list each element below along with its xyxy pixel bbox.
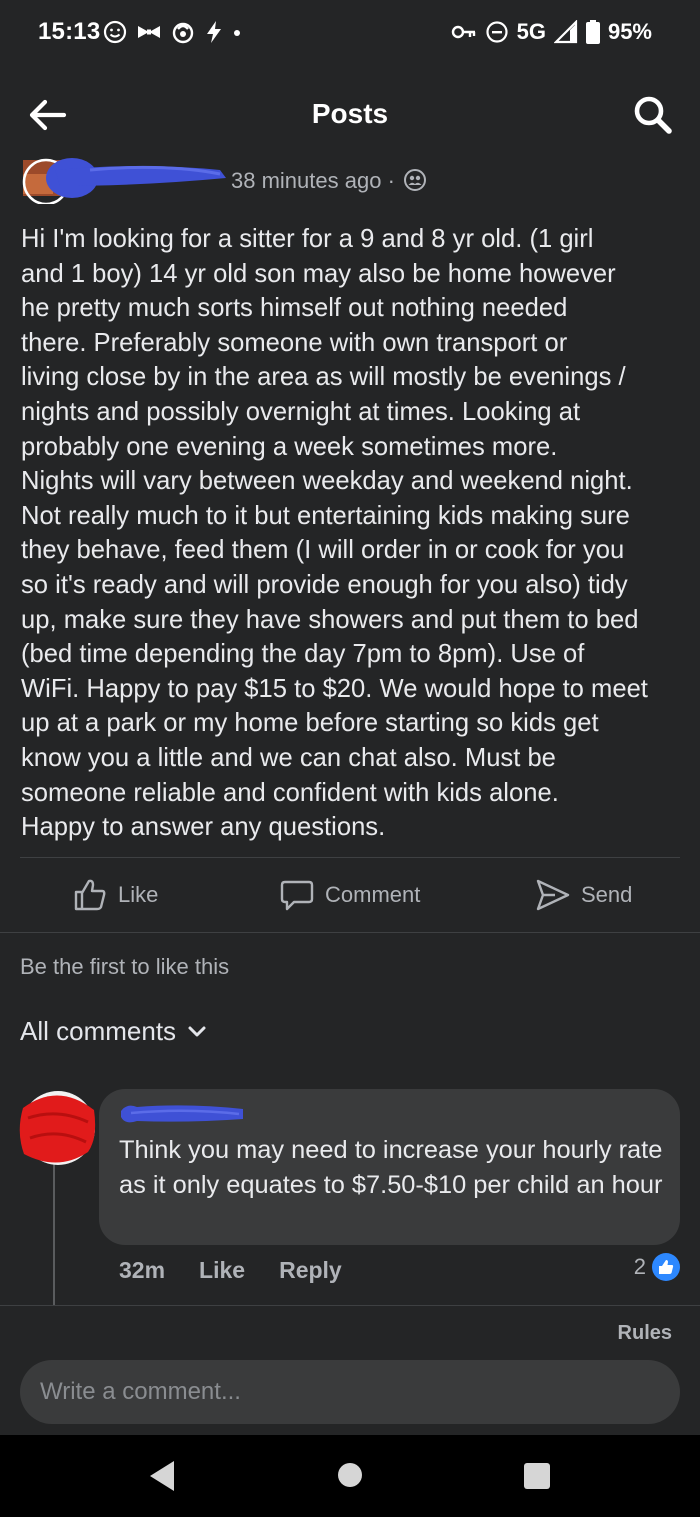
dot-icon <box>234 30 240 36</box>
nav-home-icon[interactable] <box>338 1463 362 1487</box>
chevron-down-icon <box>188 1026 206 1036</box>
post-timestamp: 38 minutes ago · <box>231 168 395 193</box>
reaction-count: 2 <box>633 1254 646 1279</box>
rules-link[interactable]: Rules <box>618 1322 672 1345</box>
comment-input[interactable]: Write a comment... <box>20 1360 680 1424</box>
divider <box>20 857 680 858</box>
comment-reply-button[interactable]: Reply <box>279 1257 342 1284</box>
smiley-icon <box>103 20 127 44</box>
nav-recents-icon[interactable] <box>524 1463 550 1489</box>
key-icon <box>451 25 475 39</box>
reactions-summary: Be the first to like this <box>20 954 230 979</box>
signal-icon <box>553 20 578 44</box>
divider <box>0 1305 700 1306</box>
post-text: Hi I'm looking for a sitter for a 9 and … <box>21 225 648 842</box>
post-actions: Like Comment Send <box>0 864 700 926</box>
comments-filter-label: All comments <box>20 1016 177 1046</box>
like-label: Like <box>118 882 159 907</box>
redacted-commenter-name[interactable] <box>117 1099 247 1129</box>
redacted-author[interactable] <box>20 156 240 204</box>
battery-icon <box>585 20 600 44</box>
thumbs-up-icon <box>74 879 106 911</box>
notification-icons <box>102 18 242 46</box>
comment-like-button[interactable]: Like <box>199 1257 245 1284</box>
system-nav-bar <box>0 1435 700 1517</box>
bolt-icon <box>207 21 221 43</box>
bowtie-icon <box>138 26 160 38</box>
network-type: 5G <box>516 19 546 44</box>
app-logo-icon <box>172 22 194 44</box>
comment-label: Comment <box>325 882 421 907</box>
group-icon <box>404 169 426 191</box>
comment-time: 32m <box>119 1256 166 1283</box>
like-reaction-icon <box>652 1253 680 1281</box>
battery-level: 95% <box>607 19 652 44</box>
do-not-disturb-icon <box>485 21 508 43</box>
like-button[interactable]: Like <box>72 876 158 914</box>
page-title: Posts <box>311 98 389 129</box>
comment-meta: 32m Like Reply <box>119 1253 376 1287</box>
nav-back-icon[interactable] <box>146 1459 178 1493</box>
send-icon <box>536 879 570 911</box>
divider <box>0 932 700 933</box>
send-button[interactable]: Send <box>535 876 632 914</box>
redacted-commenter-avatar[interactable] <box>18 1088 96 1168</box>
status-bar: 15:13 5G 95% <box>0 0 700 64</box>
system-status-icons: 5G 95% <box>451 18 652 46</box>
comments-filter-dropdown[interactable]: All comments <box>20 1016 208 1047</box>
status-time: 15:13 <box>38 18 101 45</box>
comment-bubble: Think you may need to increase your hour… <box>99 1089 680 1245</box>
post-header: 38 minutes ago · <box>20 156 680 206</box>
comment-button[interactable]: Comment <box>279 876 420 914</box>
thread-line <box>53 1160 55 1305</box>
comment-bubble-icon <box>280 880 314 911</box>
comment-reactions[interactable]: 2 <box>634 1253 680 1281</box>
comment-text: Think you may need to increase your hour… <box>119 1136 663 1199</box>
send-label: Send <box>581 882 633 907</box>
